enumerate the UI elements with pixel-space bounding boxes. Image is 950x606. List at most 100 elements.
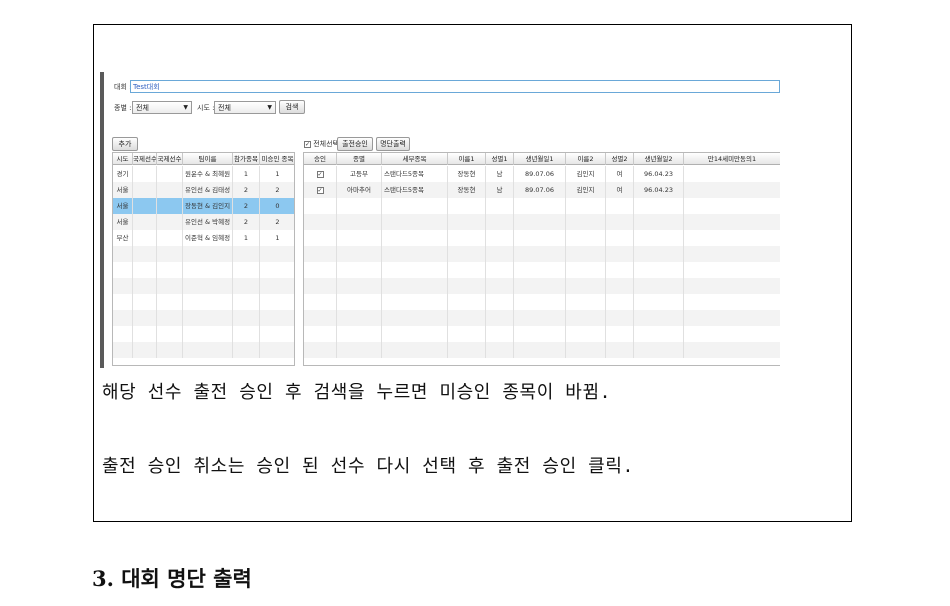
cell-approved[interactable] — [304, 342, 337, 358]
category-select[interactable]: 전체 ▼ — [132, 101, 192, 114]
cell-intl-1 — [133, 166, 157, 182]
cell-division — [337, 262, 382, 278]
cell-birth2 — [634, 326, 684, 342]
add-button[interactable]: 추가 — [112, 137, 138, 151]
entry-empty-row — [304, 310, 780, 326]
cell-approved[interactable] — [304, 246, 337, 262]
cell-event — [382, 246, 448, 262]
team-grid: 시도 국제선수 국제선수 팀이름 참가종목 미승인 종목 경기 원윤수 & 최혜원… — [112, 152, 295, 366]
cell-intl-2 — [157, 278, 183, 294]
team-row[interactable]: 서울 유인선 & 박혜정 2 2 — [113, 214, 294, 230]
cell-birth2 — [634, 262, 684, 278]
cell-region — [113, 278, 133, 294]
cell-gender2 — [606, 294, 634, 310]
cell-gender2 — [606, 198, 634, 214]
cell-gender2 — [606, 246, 634, 262]
col-header-team[interactable]: 팀이름 — [183, 153, 233, 165]
cell-division — [337, 310, 382, 326]
col-header-minor-consent[interactable]: 만14세미만동의1 — [684, 153, 780, 165]
competition-label: 대회 : — [114, 83, 132, 91]
team-row[interactable]: 서울 장동현 & 김인지 2 0 — [113, 198, 294, 214]
cell-name1 — [448, 342, 486, 358]
col-header-birth2[interactable]: 생년월일2 — [634, 153, 684, 165]
cell-region — [113, 246, 133, 262]
col-header-entered[interactable]: 참가종목 — [233, 153, 260, 165]
cell-approved[interactable] — [304, 198, 337, 214]
cell-approved[interactable]: ✓ — [304, 166, 337, 182]
col-header-event[interactable]: 세부종목 — [382, 153, 448, 165]
team-row[interactable]: 경기 원윤수 & 최혜원 1 1 — [113, 166, 294, 182]
col-header-name2[interactable]: 이름2 — [566, 153, 606, 165]
col-header-unapproved[interactable]: 미승인 종목 — [260, 153, 294, 165]
select-all-checkbox[interactable]: ✓ — [304, 140, 311, 148]
entry-empty-row — [304, 278, 780, 294]
cell-entered — [233, 326, 260, 342]
entry-row[interactable]: ✓ 아마추어 스탠다드5종목 장동현 남 89.07.06 김인지 여 96.04.23 — [304, 182, 780, 198]
cell-intl-1 — [133, 326, 157, 342]
cell-entered — [233, 246, 260, 262]
entry-empty-row — [304, 198, 780, 214]
col-header-intl-2[interactable]: 국제선수 — [157, 153, 183, 165]
cell-intl-2 — [157, 198, 183, 214]
col-header-birth1[interactable]: 생년월일1 — [514, 153, 566, 165]
cell-minor-consent — [684, 246, 780, 262]
cell-gender2: 여 — [606, 166, 634, 182]
col-header-region[interactable]: 시도 — [113, 153, 133, 165]
cell-name2 — [566, 246, 606, 262]
col-header-gender2[interactable]: 성별2 — [606, 153, 634, 165]
region-select[interactable]: 전체 ▼ — [214, 101, 276, 114]
cell-region: 경기 — [113, 166, 133, 182]
col-header-gender1[interactable]: 성별1 — [486, 153, 514, 165]
team-empty-row — [113, 262, 294, 278]
cell-approved[interactable] — [304, 294, 337, 310]
cell-gender1 — [486, 246, 514, 262]
cell-event — [382, 230, 448, 246]
cell-minor-consent — [684, 294, 780, 310]
team-empty-row — [113, 246, 294, 262]
cell-gender2 — [606, 230, 634, 246]
cell-gender1 — [486, 214, 514, 230]
cell-gender2 — [606, 310, 634, 326]
search-button[interactable]: 검색 — [279, 100, 305, 114]
cell-division — [337, 294, 382, 310]
team-row[interactable]: 부산 이준혁 & 임혜정 1 1 — [113, 230, 294, 246]
cell-unapproved: 2 — [260, 182, 294, 198]
col-header-intl-1[interactable]: 국제선수 — [133, 153, 157, 165]
print-list-button[interactable]: 명단출력 — [376, 137, 410, 151]
cell-approved[interactable] — [304, 278, 337, 294]
cell-birth2 — [634, 310, 684, 326]
col-header-approved[interactable]: 승인 — [304, 153, 337, 165]
cell-approved[interactable] — [304, 326, 337, 342]
approved-checkbox[interactable]: ✓ — [316, 186, 324, 194]
cell-name1 — [448, 294, 486, 310]
team-row[interactable]: 서울 유인선 & 김태성 2 2 — [113, 182, 294, 198]
select-all-control[interactable]: ✓ 전체선택 — [304, 139, 339, 149]
cell-birth2 — [634, 214, 684, 230]
cell-approved[interactable] — [304, 214, 337, 230]
entry-empty-row — [304, 230, 780, 246]
cell-team — [183, 278, 233, 294]
cell-team — [183, 326, 233, 342]
cell-entered — [233, 310, 260, 326]
cell-minor-consent — [684, 182, 780, 198]
cell-approved[interactable] — [304, 310, 337, 326]
cell-entered — [233, 278, 260, 294]
cell-approved[interactable] — [304, 262, 337, 278]
entry-row[interactable]: ✓ 고등부 스탠다드5종목 장동현 남 89.07.06 김인지 여 96.04.23 — [304, 166, 780, 182]
competition-field[interactable]: Test대회 — [130, 80, 780, 93]
cell-division — [337, 230, 382, 246]
cell-approved[interactable] — [304, 230, 337, 246]
approve-entry-button[interactable]: 출전승인 — [337, 137, 373, 151]
cell-gender2 — [606, 278, 634, 294]
cell-name1 — [448, 246, 486, 262]
col-header-division[interactable]: 종별 — [337, 153, 382, 165]
cell-approved[interactable]: ✓ — [304, 182, 337, 198]
cell-event — [382, 294, 448, 310]
col-header-name1[interactable]: 이름1 — [448, 153, 486, 165]
team-empty-row — [113, 342, 294, 358]
approved-checkbox[interactable]: ✓ — [316, 170, 324, 178]
cell-gender1 — [486, 326, 514, 342]
team-empty-row — [113, 310, 294, 326]
cell-entered: 2 — [233, 198, 260, 214]
cell-birth1 — [514, 294, 566, 310]
